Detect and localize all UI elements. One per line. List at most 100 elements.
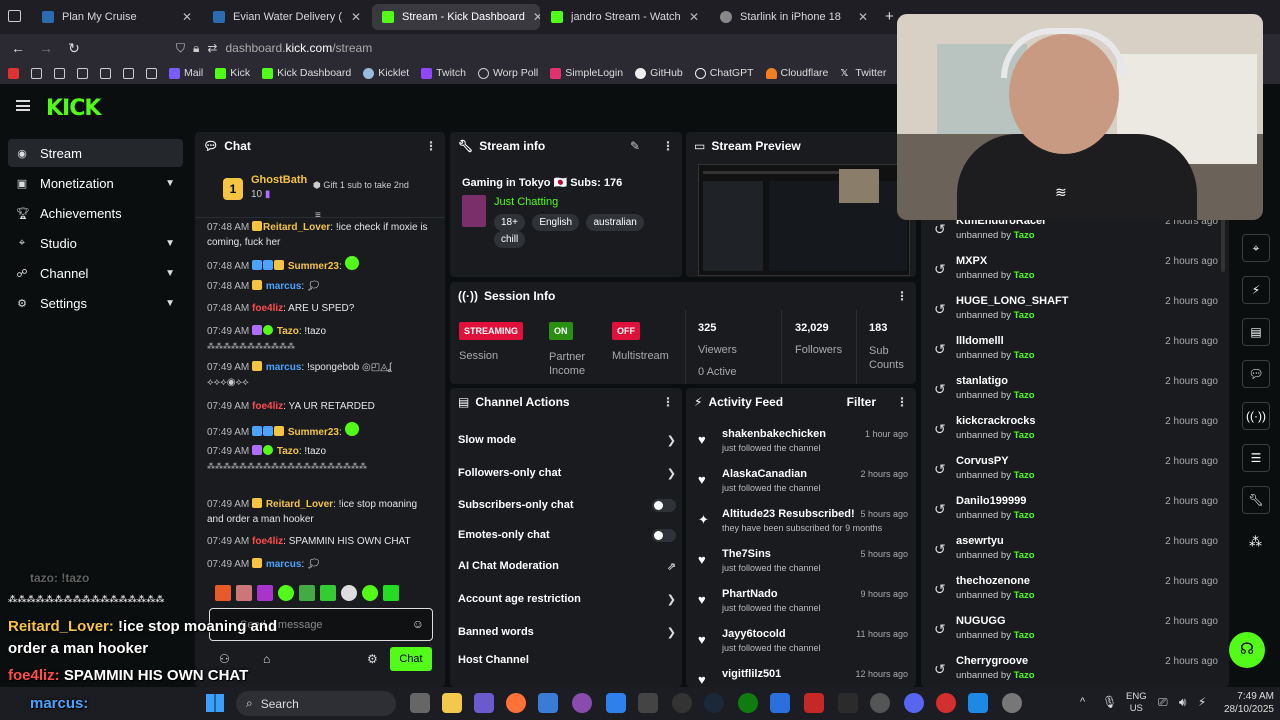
windows-start-icon[interactable] xyxy=(206,694,224,712)
steam-icon[interactable] xyxy=(704,693,724,713)
bookmark-cloudflare[interactable]: Cloudflare xyxy=(765,67,828,79)
store-icon[interactable]: ⌂ xyxy=(263,652,270,666)
app-icon[interactable] xyxy=(870,693,890,713)
bookmark-folder-icon[interactable] xyxy=(100,67,111,79)
kick-logo[interactable]: KICK xyxy=(46,96,101,121)
sidebar-item-stream[interactable]: ◉ Stream xyxy=(8,139,183,167)
chat-send-button[interactable]: Chat xyxy=(390,647,432,671)
emotes-only-toggle[interactable] xyxy=(652,528,676,542)
app-icon[interactable] xyxy=(804,693,824,713)
account-age-action[interactable]: Account age restriction ❯ xyxy=(458,589,676,609)
xbox-icon[interactable] xyxy=(738,693,758,713)
close-tab-icon[interactable]: ✕ xyxy=(689,10,699,24)
tab-starlink[interactable]: Starlink in iPhone 18 ✕ xyxy=(710,4,878,30)
tab-kick-dashboard[interactable]: Stream - Kick Dashboard ✕ xyxy=(372,4,540,30)
taskbar-search[interactable]: ⌕ Search xyxy=(236,691,396,716)
close-tab-icon[interactable]: ✕ xyxy=(182,10,192,24)
close-tab-icon[interactable]: ✕ xyxy=(858,10,868,24)
reload-icon[interactable]: ↻ xyxy=(60,40,88,57)
gift-subs-text[interactable]: ⬢ Gift 1 sub to take 2nd xyxy=(313,180,409,191)
bookmark-folder-icon[interactable] xyxy=(77,67,88,79)
emoji-icon[interactable]: ☺ xyxy=(412,617,424,631)
bookmark-folder-icon[interactable] xyxy=(54,67,65,79)
tab-evian[interactable]: Evian Water Delivery (12 or 24 ... ✕ xyxy=(203,4,371,30)
address-bar[interactable]: ⛉ 🔒︎ ⇄ dashboard.kick.com/stream xyxy=(176,38,896,58)
emote-icon[interactable] xyxy=(341,585,357,601)
slow-mode-action[interactable]: Slow mode ❯ xyxy=(458,430,676,450)
close-tab-icon[interactable]: ✕ xyxy=(533,10,540,24)
firefox-icon[interactable] xyxy=(506,693,526,713)
copilot-icon[interactable] xyxy=(474,693,494,713)
emote-icon[interactable] xyxy=(278,585,294,601)
menu-icon[interactable] xyxy=(16,100,30,111)
stream-preview-video[interactable] xyxy=(698,164,910,276)
emote-icon[interactable] xyxy=(215,585,231,601)
document-tool-icon[interactable]: ▤ xyxy=(1242,318,1270,346)
github-desktop-icon[interactable] xyxy=(572,693,592,713)
file-explorer-icon[interactable] xyxy=(442,693,462,713)
vscode-icon[interactable] xyxy=(606,693,626,713)
bookmark-folder-icon[interactable] xyxy=(31,67,42,79)
settings-icon[interactable] xyxy=(1002,693,1022,713)
layout-tool-icon[interactable]: ☰ xyxy=(1242,444,1270,472)
wrench-tool-icon[interactable]: 🔧︎ xyxy=(1242,486,1270,514)
tab-jandro-stream[interactable]: jandro Stream - Watch Live on K ✕ xyxy=(541,4,709,30)
host-channel-action[interactable]: Host Channel xyxy=(458,650,676,670)
emote-icon[interactable] xyxy=(383,585,399,601)
app-icon[interactable] xyxy=(770,693,790,713)
bookmark-worp-poll[interactable]: Worp Poll xyxy=(477,67,538,79)
sidebar-item-achievements[interactable]: 🏆︎ Achievements xyxy=(8,199,183,227)
obs-icon[interactable] xyxy=(672,693,692,713)
target-tool-icon[interactable]: ⌖ xyxy=(1242,234,1270,262)
emote-icon[interactable] xyxy=(299,585,315,601)
emote-icon[interactable] xyxy=(236,585,252,601)
discord-icon[interactable] xyxy=(904,693,924,713)
new-tab-icon[interactable]: + xyxy=(885,8,894,25)
bookmark-kick[interactable]: Kick xyxy=(215,67,250,79)
subscribers-only-toggle[interactable] xyxy=(652,498,676,512)
emote-icon[interactable] xyxy=(362,585,378,601)
bookmark-mail[interactable]: Mail xyxy=(169,67,203,79)
microphone-icon[interactable]: 🎙︎ xyxy=(1102,695,1117,709)
store-icon[interactable] xyxy=(538,693,558,713)
bookmark-kick-dashboard[interactable]: Kick Dashboard xyxy=(262,67,351,79)
bookmark-twitch[interactable]: Twitch xyxy=(421,67,466,79)
tab-list-icon[interactable] xyxy=(8,10,21,22)
bookmark-github[interactable]: GitHub xyxy=(635,67,683,79)
sidebar-item-settings[interactable]: ⚙ Settings ▼ xyxy=(8,289,183,317)
community-icon[interactable]: ⁂ xyxy=(1249,534,1262,550)
edit-icon[interactable]: ✎ xyxy=(630,139,640,153)
emote-icon[interactable] xyxy=(320,585,336,601)
more-options-icon[interactable]: ⋮ xyxy=(662,139,674,153)
language-indicator[interactable]: ENG US xyxy=(1126,691,1147,715)
emote-icon[interactable] xyxy=(257,585,273,601)
lightning-tool-icon[interactable]: ⚡︎ xyxy=(1242,276,1270,304)
more-options-icon[interactable]: ⋮ xyxy=(662,395,674,409)
bookmark-folder-icon[interactable] xyxy=(123,67,134,79)
bookmark-twitter[interactable]: 𝕏 Twitter xyxy=(840,67,886,79)
forward-icon[interactable]: → xyxy=(32,40,60,56)
back-icon[interactable]: ← xyxy=(4,40,32,56)
support-headset-icon[interactable]: ☊ xyxy=(1229,632,1265,668)
chat-tool-icon[interactable]: 💬︎ xyxy=(1242,360,1270,388)
system-tray-icons[interactable]: ⎚ 🔊︎ ⚡︎ xyxy=(1158,695,1210,710)
app-icon[interactable] xyxy=(936,693,956,713)
banned-words-action[interactable]: Banned words ❯ xyxy=(458,622,676,642)
close-tab-icon[interactable]: ✕ xyxy=(351,10,361,24)
tab-plan-my-cruise[interactable]: Plan My Cruise ✕ xyxy=(32,4,202,30)
users-icon[interactable]: ⚇ xyxy=(219,652,230,666)
terminal-icon[interactable] xyxy=(638,693,658,713)
sidebar-item-studio[interactable]: ⌖ Studio ▼ xyxy=(8,229,183,257)
chat-settings-icon[interactable]: ⚙ xyxy=(367,652,378,666)
epic-games-icon[interactable] xyxy=(838,693,858,713)
bookmark-folder-icon[interactable] xyxy=(8,67,19,79)
bookmark-kicklet[interactable]: Kicklet xyxy=(363,67,409,79)
followers-only-action[interactable]: Followers-only chat ❯ xyxy=(458,463,676,483)
moderation-log-scroll[interactable] xyxy=(1221,212,1225,272)
broadcast-tool-icon[interactable]: ((·)) xyxy=(1242,402,1270,430)
task-view-icon[interactable] xyxy=(410,693,430,713)
chevron-up-icon[interactable]: ^ xyxy=(1080,696,1085,708)
bookmark-folder-icon[interactable] xyxy=(146,67,157,79)
more-options-icon[interactable]: ⋮ xyxy=(896,395,908,409)
ai-moderation-action[interactable]: AI Chat Moderation ⇗ xyxy=(458,556,676,576)
